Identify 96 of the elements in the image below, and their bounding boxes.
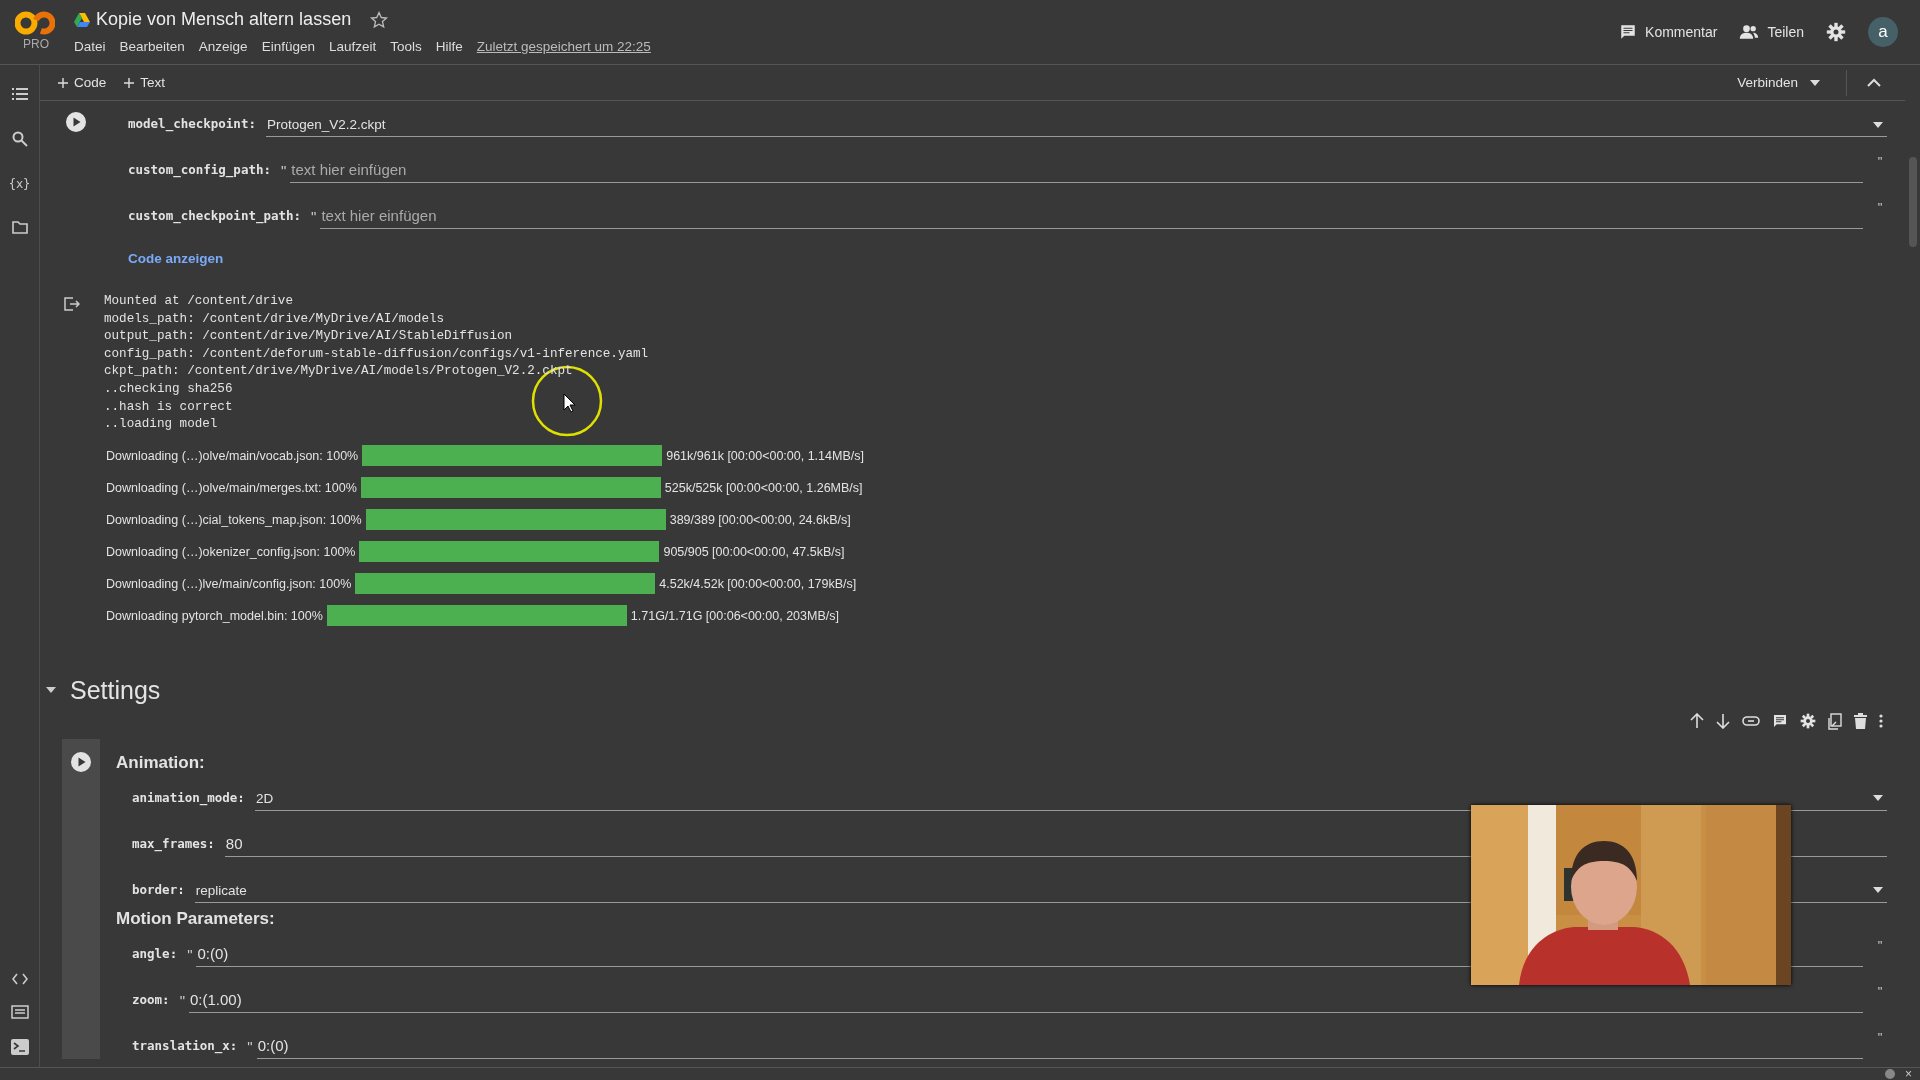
form-heading: Animation: [116,752,206,773]
collapse-icon[interactable] [1867,78,1881,87]
field-label: animation_mode: [132,789,245,808]
run-icon[interactable] [70,750,92,773]
menu-item[interactable]: Hilfe [435,39,463,54]
quote-mark: " [311,208,317,227]
plus-icon [58,77,68,88]
quote-mark: " [247,1037,253,1057]
output-line: Mounted at /content/drive [104,293,294,310]
close-button[interactable]: × [1905,1069,1912,1079]
variables-button[interactable]: {x} [8,177,31,191]
quote-mark: " [1876,983,1884,1001]
plus-icon [124,77,135,88]
download-stats: 389/389 [00:00<00:00, 24.6kB/s] [669,512,851,527]
field-label: model_checkpoint: [128,116,256,134]
input-field[interactable]: 0:(1.00) [188,990,1863,1013]
dropdown[interactable]: Protogen_V2.2.ckpt [265,117,1887,137]
people-icon [1739,24,1760,40]
quote-mark: " [179,991,185,1011]
menu-item[interactable]: Tools [390,39,422,54]
output-icon [64,297,80,311]
move-down-icon[interactable] [1716,713,1730,730]
quote-mark: " [1876,937,1884,955]
section-heading: Settings [70,675,161,705]
add-cell-button[interactable]: Text [122,75,168,90]
form-heading: Motion Parameters: [116,908,276,929]
output-line: ..checking sha256 [104,380,234,398]
output-line: output_path: /content/drive/MyDrive/AI/StableDiffusion [104,328,514,346]
status-dot [1885,1069,1895,1079]
input-field[interactable]: text hier einfügen [290,161,1863,183]
comment-icon [1619,23,1638,41]
field-label: custom_config_path: [128,162,271,180]
field-label: custom_checkpoint_path: [128,208,302,226]
download-stats: 905/905 [00:00<00:00, 47.5kB/s] [663,544,845,559]
output-line: models_path: /content/drive/MyDrive/AI/models [104,310,446,328]
plan-label: PRO [23,37,49,51]
download-label: Downloading (…)cial_tokens_map.json: 100% [106,512,362,527]
last-saved-link[interactable]: Zuletzt gespeichert um 22:25 [476,39,651,54]
download-stats: 961k/961k [00:00<00:00, 1.14MB/s] [666,448,864,463]
download-stats: 4.52k/4.52k [00:00<00:00, 179kB/s] [659,576,857,591]
menu-item[interactable]: Anzeige [198,39,248,54]
move-up-icon[interactable] [1690,713,1704,730]
field-label: angle: [132,945,178,963]
caret-icon [1873,795,1883,802]
quote-mark: " [187,945,193,965]
field-label: max_frames: [132,835,215,854]
download-label: Downloading pytorch_model.bin: 100% [106,608,323,623]
output-line: config_path: /content/deforum-stable-diffusion/configs/v1-inference.yaml [104,345,650,363]
run-icon[interactable] [65,111,87,133]
menu-item[interactable]: Bearbeiten [119,39,185,54]
menu-item[interactable]: Einfügen [261,39,315,54]
connect-button[interactable]: Verbinden [1731,74,1826,91]
form-icon[interactable] [10,1005,29,1019]
download-stats: 1.71G/1.71G [00:06<00:00, 203MB/s] [630,608,839,623]
input-field[interactable]: text hier einfügen [320,207,1863,229]
input-field[interactable]: 0:(0) [256,1036,1863,1059]
avatar[interactable]: a [1868,17,1898,47]
more-options-icon[interactable] [1879,714,1883,729]
search-icon[interactable] [11,131,28,147]
logo-icon [15,10,55,36]
quote-mark: " [1876,154,1884,171]
scrollbar-thumb[interactable] [1909,157,1917,247]
field-label: zoom: [132,991,170,1009]
star-icon[interactable] [369,9,390,30]
show-code-link[interactable]: Code anzeigen [128,251,224,266]
download-label: Downloading (…)olve/main/merges.txt: 100% [106,480,357,495]
notebook-title[interactable]: Kopie von Mensch altern lassen [96,9,352,30]
folder-icon[interactable] [11,221,28,234]
download-label: Downloading (…)lve/main/config.json: 100% [106,576,352,591]
download-label: Downloading (…)okenizer_config.json: 100% [106,544,356,559]
delete-icon[interactable] [1854,713,1867,730]
caret-icon [1873,887,1883,894]
mirror-cell-icon[interactable] [1828,712,1842,730]
caret-icon [1873,121,1883,128]
comment-button[interactable]: Kommentar [1619,23,1718,41]
quote-mark: " [281,162,287,181]
settings-icon[interactable] [1800,713,1816,730]
field-label: translation_x: [132,1037,238,1056]
code-icon[interactable] [11,973,28,985]
menu-item[interactable]: Datei [74,39,106,54]
drive-icon [74,12,90,27]
download-stats: 525k/525k [00:00<00:00, 1.26MB/s] [664,480,863,495]
quote-mark: " [1876,1029,1884,1047]
share-button[interactable]: Teilen [1739,24,1804,40]
link-icon[interactable] [1742,716,1760,727]
download-label: Downloading (…)olve/main/vocab.json: 100% [106,448,359,463]
table-of-contents-icon[interactable] [11,87,28,101]
field-label: border: [132,881,185,899]
menu-item[interactable]: Laufzeit [328,39,377,54]
quote-mark: " [1876,200,1884,217]
output-line: ..loading model [104,416,219,434]
add-cell-button[interactable]: Code [56,75,109,90]
terminal-icon[interactable] [10,1039,29,1055]
output-line: ..hash is correct [104,398,234,416]
caret-icon [1810,79,1820,86]
settings-icon[interactable] [1826,22,1846,42]
